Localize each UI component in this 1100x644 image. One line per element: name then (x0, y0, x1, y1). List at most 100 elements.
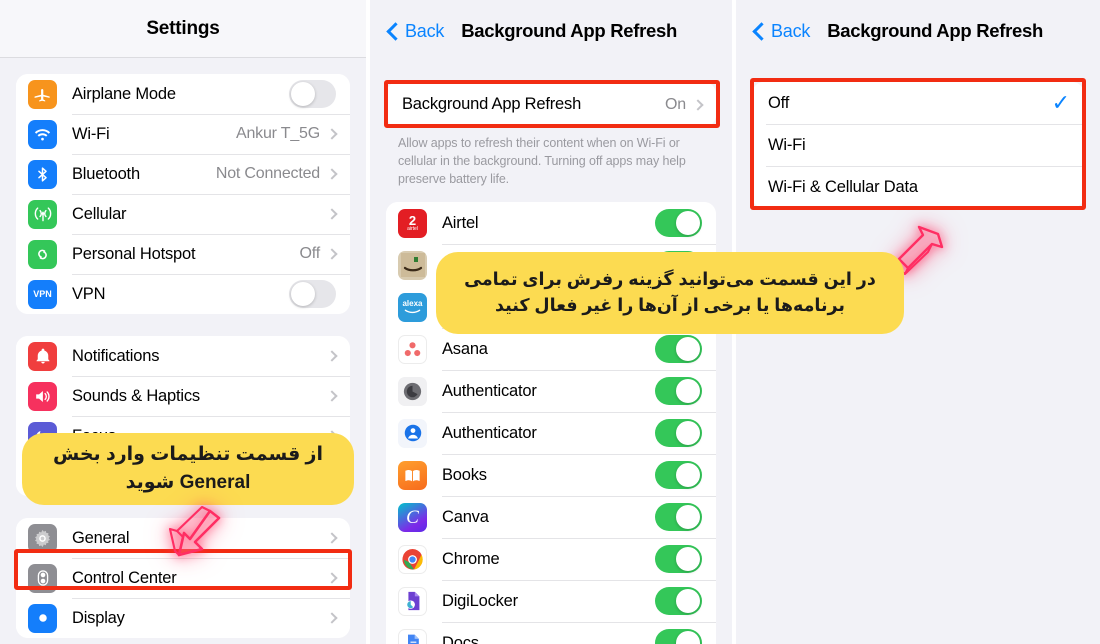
vpn-toggle[interactable] (289, 280, 336, 308)
back-button[interactable]: Back (405, 21, 444, 42)
toggle-knob (676, 463, 700, 488)
app-name: DigiLocker (442, 591, 518, 610)
chevron-right-icon (692, 98, 704, 111)
gear-icon (28, 523, 57, 553)
callout-refresh-options: در این قسمت می‌توانید گزینه رفرش برای تم… (436, 252, 904, 334)
navbar-back-2: Back Background App Refresh (370, 0, 732, 62)
settings-row-value: Not Connected (215, 165, 320, 182)
row-label: Background App Refresh (402, 95, 582, 113)
settings-row-label: Personal Hotspot (72, 244, 196, 263)
settings-row-sounds-haptics[interactable]: Sounds & Haptics (16, 376, 350, 416)
docs-icon (398, 628, 427, 644)
app-row-airtel[interactable]: 2 airtel Airtel (386, 202, 716, 245)
settings-row-label: Cellular (72, 204, 127, 223)
toggle-knob (676, 337, 700, 362)
settings-row-label: Sounds & Haptics (72, 386, 200, 405)
app-name: Docs (442, 633, 479, 644)
settings-row-personal-hotspot[interactable]: Personal Hotspot Off (16, 234, 350, 274)
app-refresh-toggle[interactable] (655, 377, 702, 406)
page-title: Background App Refresh (827, 20, 1043, 41)
app-refresh-toggle[interactable] (655, 461, 702, 490)
settings-row-label: Wi-Fi (72, 124, 110, 143)
display-icon (28, 603, 57, 633)
bell-icon (28, 341, 57, 371)
app-row-chrome[interactable]: Chrome (386, 538, 716, 581)
settings-row-bluetooth[interactable]: Bluetooth Not Connected (16, 154, 350, 194)
app-refresh-toggle[interactable] (655, 419, 702, 448)
app-name: Authenticator (442, 423, 537, 442)
airplane-icon (28, 79, 57, 109)
app-row-digilocker[interactable]: DigiLocker (386, 580, 716, 623)
settings-row-value: Ankur T_5G (236, 125, 320, 142)
toggle-knob (676, 631, 700, 644)
airplane-mode-toggle[interactable] (289, 80, 336, 108)
chevron-left-icon[interactable] (387, 22, 398, 41)
app-row-authenticator-microsoft[interactable]: Authenticator (386, 370, 716, 413)
control-center-icon (28, 563, 57, 593)
cellular-icon (28, 199, 57, 229)
app-row-canva[interactable]: C Canva (386, 496, 716, 539)
hotspot-icon (28, 239, 57, 269)
chevron-right-icon (326, 208, 338, 220)
settings-row-label: Display (72, 608, 125, 627)
page-title: Background App Refresh (461, 20, 677, 41)
toggle-knob (291, 282, 315, 306)
checkmark-icon: ✓ (1051, 90, 1070, 115)
amazon-icon (398, 250, 427, 280)
navbar-back-3: Back Background App Refresh (736, 0, 1100, 62)
app-name: Authenticator (442, 381, 537, 400)
app-row-asana[interactable]: Asana (386, 328, 716, 371)
books-icon (398, 460, 427, 490)
panel-settings: Settings Airplane Mode Wi-Fi Ankur T_5G (0, 0, 366, 644)
settings-row-label: Control Center (72, 568, 177, 587)
app-name: Books (442, 465, 487, 484)
app-refresh-toggle[interactable] (655, 587, 702, 616)
settings-row-cellular[interactable]: Cellular (16, 194, 350, 234)
settings-row-label: VPN (72, 284, 106, 303)
chevron-right-icon (326, 128, 338, 140)
chrome-icon (398, 544, 427, 574)
option-row-wifi[interactable]: Wi-Fi (752, 124, 1084, 166)
footer-hint: Allow apps to refresh their content when… (398, 136, 686, 186)
settings-row-airplane-mode[interactable]: Airplane Mode (16, 74, 350, 114)
callout-general: از قسمت تنظیمات وارد بخش General شوید (22, 433, 354, 505)
callout-text: در این قسمت می‌توانید گزینه رفرش برای تم… (464, 269, 876, 315)
app-refresh-toggle[interactable] (655, 209, 702, 238)
back-button[interactable]: Back (771, 21, 810, 42)
toggle-knob (676, 505, 700, 530)
canva-icon: C (398, 502, 427, 532)
settings-row-display[interactable]: Display (16, 598, 350, 638)
settings-row-value: Off (299, 245, 321, 262)
app-name: Asana (442, 339, 488, 358)
toggle-knob (676, 589, 700, 614)
chevron-right-icon (326, 532, 338, 544)
alexa-icon: alexa (398, 292, 427, 322)
app-row-books[interactable]: Books (386, 454, 716, 497)
settings-row-wifi[interactable]: Wi-Fi Ankur T_5G (16, 114, 350, 154)
chevron-right-icon (326, 390, 338, 402)
app-refresh-toggle[interactable] (655, 629, 702, 644)
chevron-right-icon (326, 572, 338, 584)
tutorial-screenshot: Settings Airplane Mode Wi-Fi Ankur T_5G (0, 0, 1100, 644)
row-background-app-refresh-master[interactable]: Background App Refresh On (386, 82, 716, 127)
toggle-knob (676, 547, 700, 572)
settings-group-connectivity: Airplane Mode Wi-Fi Ankur T_5G Bluetooth… (16, 74, 350, 314)
option-row-wifi-cellular[interactable]: Wi-Fi & Cellular Data (752, 166, 1084, 208)
chevron-left-icon[interactable] (753, 22, 764, 41)
settings-row-notifications[interactable]: Notifications (16, 336, 350, 376)
master-toggle-card: Background App Refresh On (386, 82, 716, 127)
vpn-icon: VPN (28, 279, 57, 309)
option-row-off[interactable]: Off ✓ (752, 82, 1084, 124)
app-row-docs[interactable]: Docs (386, 622, 716, 644)
app-name: Airtel (442, 213, 479, 232)
app-refresh-toggle[interactable] (655, 545, 702, 574)
chevron-right-icon (326, 612, 338, 624)
settings-row-label: Bluetooth (72, 164, 140, 183)
option-label: Wi-Fi (768, 135, 806, 154)
settings-row-vpn[interactable]: VPN VPN (16, 274, 350, 314)
app-row-authenticator[interactable]: Authenticator (386, 412, 716, 455)
app-refresh-toggle[interactable] (655, 335, 702, 364)
asana-icon (398, 334, 427, 364)
app-refresh-toggle[interactable] (655, 503, 702, 532)
app-name: Chrome (442, 549, 500, 568)
